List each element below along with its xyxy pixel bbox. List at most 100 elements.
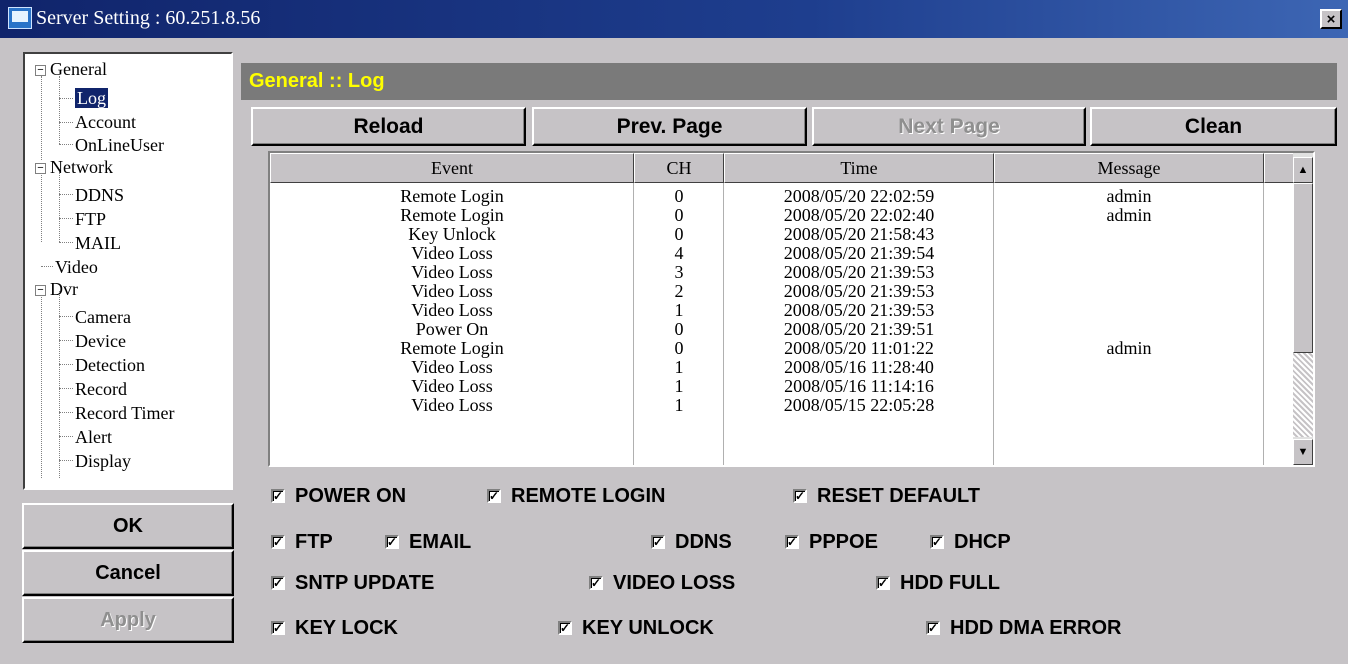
collapse-icon[interactable]: −: [35, 65, 46, 77]
tree-item-alert[interactable]: Alert: [75, 426, 112, 448]
tree-item-ddns[interactable]: DDNS: [75, 184, 124, 206]
tree-item-record[interactable]: Record: [75, 378, 127, 400]
table-row[interactable]: Video Loss 4 2008/05/20 21:39:54: [270, 243, 1296, 263]
tree-item-record-timer[interactable]: Record Timer: [75, 402, 175, 424]
tree-label-log: Log: [74, 87, 109, 109]
ok-button[interactable]: OK: [22, 503, 234, 549]
tree-label-display: Display: [75, 451, 131, 471]
checkbox-box[interactable]: ✓: [271, 489, 285, 503]
table-row[interactable]: Remote Login 0 2008/05/20 22:02:40 admin: [270, 205, 1296, 225]
tree-item-video[interactable]: Video: [55, 256, 98, 278]
tree-item-log[interactable]: Log: [74, 87, 109, 109]
table-row[interactable]: Video Loss 3 2008/05/20 21:39:53: [270, 262, 1296, 282]
remote-login-checkbox[interactable]: ✓ REMOTE LOGIN: [487, 482, 665, 510]
reset-default-label: RESET DEFAULT: [817, 484, 980, 507]
clean-button[interactable]: Clean: [1090, 107, 1337, 146]
cell-event: Video Loss: [411, 357, 493, 377]
table-row[interactable]: Video Loss 1 2008/05/15 22:05:28: [270, 395, 1296, 415]
cell-event: Video Loss: [411, 300, 493, 320]
collapse-icon[interactable]: −: [35, 285, 46, 297]
ddns-checkbox[interactable]: ✓ DDNS: [651, 528, 732, 556]
checkbox-box[interactable]: ✓: [271, 535, 285, 549]
cell-event: Remote Login: [400, 186, 504, 206]
tree-line: [59, 242, 73, 243]
column-header-time[interactable]: Time: [724, 153, 994, 183]
table-row[interactable]: Video Loss 1 2008/05/20 21:39:53: [270, 300, 1296, 320]
cell-ch: 1: [674, 395, 684, 415]
table-row[interactable]: Video Loss 2 2008/05/20 21:39:53: [270, 281, 1296, 301]
key-lock-checkbox[interactable]: ✓ KEY LOCK: [271, 614, 398, 642]
reload-button[interactable]: Reload: [251, 107, 526, 146]
tree-item-device[interactable]: Device: [75, 330, 126, 352]
next-page-button[interactable]: Next Page: [812, 107, 1086, 146]
tree-item-ftp[interactable]: FTP: [75, 208, 106, 230]
tree-label-ddns: DDNS: [75, 185, 125, 205]
column-header-message[interactable]: Message: [994, 153, 1264, 183]
checkbox-box[interactable]: ✓: [589, 576, 603, 590]
scroll-thumb[interactable]: [1293, 183, 1313, 353]
cell-time: 2008/05/20 22:02:59: [783, 186, 935, 206]
tree-item-general[interactable]: − General: [35, 58, 107, 80]
checkbox-box[interactable]: ✓: [926, 621, 940, 635]
prev-page-button[interactable]: Prev. Page: [532, 107, 807, 146]
table-row[interactable]: Video Loss 1 2008/05/16 11:14:16: [270, 376, 1296, 396]
apply-button[interactable]: Apply: [22, 597, 234, 643]
power-on-checkbox[interactable]: ✓ POWER ON: [271, 482, 406, 510]
cell-time: 2008/05/20 21:39:54: [783, 243, 935, 263]
checkbox-box[interactable]: ✓: [487, 489, 501, 503]
checkbox-box[interactable]: ✓: [793, 489, 807, 503]
table-row[interactable]: Remote Login 0 2008/05/20 11:01:22 admin: [270, 338, 1296, 358]
checkbox-box[interactable]: ✓: [876, 576, 890, 590]
table-row[interactable]: Remote Login 0 2008/05/20 22:02:59 admin: [270, 186, 1296, 206]
tree-item-mail[interactable]: MAIL: [75, 232, 121, 254]
email-checkbox[interactable]: ✓ EMAIL: [385, 528, 471, 556]
scroll-up-button[interactable]: ▲: [1293, 157, 1313, 183]
checkbox-box[interactable]: ✓: [385, 535, 399, 549]
checkbox-box[interactable]: ✓: [558, 621, 572, 635]
tree-label-alert: Alert: [75, 427, 112, 447]
collapse-icon[interactable]: −: [35, 163, 46, 175]
dhcp-checkbox[interactable]: ✓ DHCP: [930, 528, 1011, 556]
checkbox-box[interactable]: ✓: [651, 535, 665, 549]
arrow-up-icon: ▲: [1297, 164, 1309, 176]
cell-time: 2008/05/20 21:39:51: [783, 319, 935, 339]
checkbox-box[interactable]: ✓: [271, 576, 285, 590]
video-loss-checkbox[interactable]: ✓ VIDEO LOSS: [589, 569, 735, 597]
cell-message: [994, 243, 1264, 263]
checkbox-box[interactable]: ✓: [930, 535, 944, 549]
tree-item-camera[interactable]: Camera: [75, 306, 131, 328]
scroll-down-button[interactable]: ▼: [1293, 439, 1313, 465]
tree-item-display[interactable]: Display: [75, 450, 131, 472]
cell-ch: 0: [674, 205, 684, 225]
hdd-full-checkbox[interactable]: ✓ HDD FULL: [876, 569, 1000, 597]
tree-item-account[interactable]: Account: [75, 111, 136, 133]
column-header-ch[interactable]: CH: [634, 153, 724, 183]
tree-label-dvr: Dvr: [50, 279, 78, 299]
table-row[interactable]: Power On 0 2008/05/20 21:39:51: [270, 319, 1296, 339]
cell-message: [994, 395, 1264, 415]
checkbox-box[interactable]: ✓: [271, 621, 285, 635]
ftp-checkbox[interactable]: ✓ FTP: [271, 528, 333, 556]
sntp-update-checkbox[interactable]: ✓ SNTP UPDATE: [271, 569, 434, 597]
table-row[interactable]: Video Loss 1 2008/05/16 11:28:40: [270, 357, 1296, 377]
ok-button-label: OK: [113, 514, 143, 537]
scroll-track[interactable]: [1293, 353, 1313, 437]
hdd-dma-error-checkbox[interactable]: ✓ HDD DMA ERROR: [926, 614, 1121, 642]
table-row[interactable]: Key Unlock 0 2008/05/20 21:58:43: [270, 224, 1296, 244]
video-loss-label: VIDEO LOSS: [613, 571, 736, 594]
key-unlock-checkbox[interactable]: ✓ KEY UNLOCK: [558, 614, 714, 642]
tree-item-detection[interactable]: Detection: [75, 354, 145, 376]
cancel-button[interactable]: Cancel: [22, 550, 234, 596]
tree-item-dvr[interactable]: − Dvr: [35, 278, 78, 300]
cell-time: 2008/05/20 21:58:43: [783, 224, 935, 244]
tree-item-onlineuser[interactable]: OnLineUser: [75, 134, 164, 156]
column-header-event[interactable]: Event: [270, 153, 634, 183]
key-unlock-label: KEY UNLOCK: [582, 616, 714, 639]
cell-message: [994, 376, 1264, 396]
checkbox-box[interactable]: ✓: [785, 535, 799, 549]
reset-default-checkbox[interactable]: ✓ RESET DEFAULT: [793, 482, 980, 510]
table-scrollbar[interactable]: ▲ ▼: [1293, 153, 1313, 465]
pppoe-checkbox[interactable]: ✓ PPPOE: [785, 528, 878, 556]
tree-item-network[interactable]: − Network: [35, 156, 113, 178]
close-button[interactable]: ×: [1320, 9, 1342, 29]
